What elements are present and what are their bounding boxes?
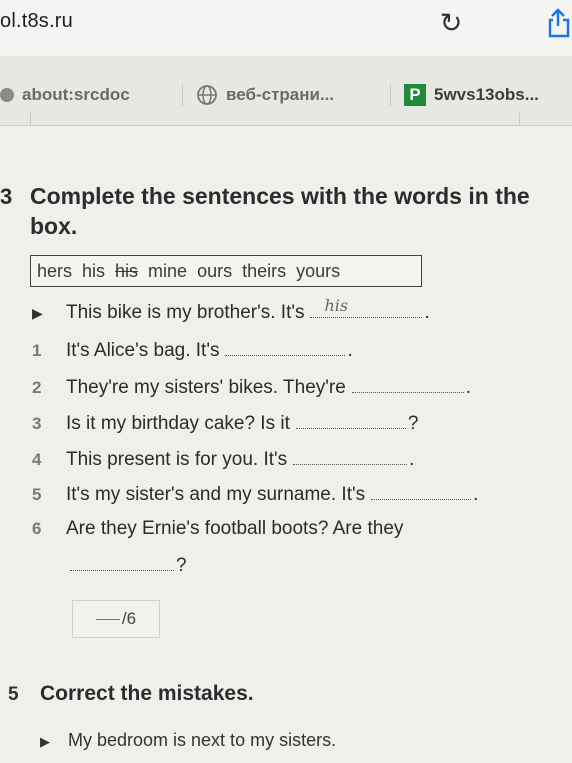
tab-separator	[390, 84, 391, 106]
answer-blank[interactable]: his	[310, 296, 423, 318]
word-his: his	[82, 260, 106, 281]
answer-blank[interactable]	[225, 338, 346, 356]
sentence-punct: .	[473, 484, 479, 505]
globe-icon	[197, 85, 217, 105]
sentence-punct: .	[424, 302, 430, 323]
example-text: My bedroom is next to my sisters.	[68, 730, 337, 750]
example-marker: ▶	[32, 305, 43, 321]
sentence-item-4: 4 This present is for you. It's .	[32, 447, 552, 477]
answer-blank[interactable]	[295, 411, 406, 429]
word-mine: mine	[148, 260, 188, 281]
sentence-punct: .	[347, 340, 353, 361]
tab-underline	[30, 112, 520, 126]
sentence-item-6-continued: ?	[70, 553, 572, 583]
sentence-text: This present is for you. It's	[66, 449, 288, 470]
word-hers: hers	[37, 260, 73, 281]
handwritten-answer: his	[324, 296, 349, 315]
item-number: 4	[32, 450, 42, 469]
p-favicon-icon: P	[404, 84, 426, 106]
answer-blank[interactable]	[371, 482, 472, 500]
answer-blank[interactable]	[351, 375, 464, 393]
exercise-title: Complete the sentences with the words in…	[30, 183, 530, 239]
item-number: 2	[32, 378, 42, 397]
sentence-item-6: 6 Are they Ernie's football boots? Are t…	[32, 518, 552, 548]
sentence-punct: ?	[407, 413, 419, 434]
sentence-punct: .	[465, 377, 472, 398]
share-icon[interactable]	[544, 6, 572, 40]
sentence-text: It's my sister's and my surname. It's	[66, 484, 366, 505]
answer-blank[interactable]	[293, 447, 408, 465]
item-number: 5	[32, 485, 42, 504]
tab-about-srcdoc[interactable]: about:srcdoc	[0, 80, 130, 110]
score-box: /6	[72, 600, 160, 638]
dot-icon	[0, 88, 14, 102]
example-sentence: ▶ This bike is my brother's. It's his .	[32, 296, 552, 330]
sentence-text: They're my sisters' bikes. They're	[66, 377, 346, 398]
item-number: 3	[32, 414, 42, 433]
sentence-item-1: 1 It's Alice's bag. It's .	[32, 338, 552, 368]
word-his-crossed: his	[115, 260, 139, 281]
tab-label: about:srcdoc	[22, 85, 130, 104]
section-title: Correct the mistakes.	[40, 682, 254, 705]
sentence-text: This bike is my brother's. It's	[66, 302, 305, 323]
tab-label: 5wvs13obs...	[434, 85, 539, 104]
section-example: ▶ My bedroom is next to my sisters.	[40, 730, 336, 751]
item-number: 6	[32, 519, 42, 538]
word-yours: yours	[296, 260, 341, 281]
tab-separator	[182, 84, 183, 106]
browser-address-bar: ol.t8s.ru ↻	[0, 0, 572, 56]
url-text[interactable]: ol.t8s.ru	[0, 10, 73, 33]
score-total: /6	[121, 609, 137, 628]
sentence-item-3: 3 Is it my birthday cake? Is it ?	[32, 411, 552, 441]
sentence-item-5: 5 It's my sister's and my surname. It's …	[32, 482, 552, 512]
section-number: 5	[8, 684, 19, 705]
example-marker: ▶	[40, 734, 50, 749]
sentence-text: It's Alice's bag. It's	[66, 340, 220, 361]
sentence-punct: ?	[176, 555, 187, 576]
word-box: hers his his mine ours theirs yours	[30, 255, 422, 287]
exercise-number: 3	[0, 184, 13, 209]
score-blank[interactable]	[95, 618, 120, 620]
reload-icon[interactable]: ↻	[434, 6, 468, 40]
sentence-item-2: 2 They're my sisters' bikes. They're .	[32, 375, 552, 405]
answer-blank[interactable]	[70, 553, 174, 571]
tab-label: веб-страни...	[226, 85, 335, 104]
item-number: 1	[32, 341, 42, 360]
tab-5wvs13obs[interactable]: P 5wvs13obs...	[404, 80, 539, 110]
sentence-text: Is it my birthday cake? Is it	[66, 413, 290, 434]
sentence-punct: .	[409, 449, 415, 470]
word-theirs: theirs	[242, 260, 287, 281]
tab-web-page[interactable]: веб-страни...	[196, 80, 334, 110]
sentence-text: Are they Ernie's football boots? Are the…	[66, 518, 404, 539]
word-ours: ours	[197, 260, 233, 281]
